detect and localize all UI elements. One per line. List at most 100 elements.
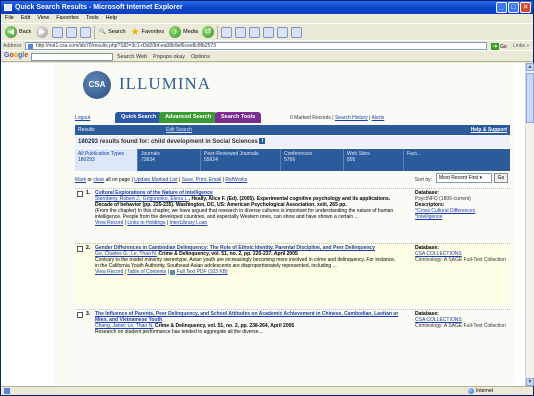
result-abstract: Contrary to the model minority stereotyp… [95,257,396,270]
menu-edit[interactable]: Edit [21,14,30,23]
discuss-icon[interactable] [263,26,275,38]
forward-button[interactable]: ▶ [35,26,49,39]
google-search-web-button[interactable]: Search Web [117,54,147,60]
result-abstract: Research on student performance has tend… [95,329,263,336]
google-options-button[interactable]: Options [191,54,210,60]
address-input[interactable]: http://md1.csa.com/ids70/results.php?SID… [25,42,487,50]
ie-icon [4,4,12,11]
tab-peer-reviewed-journals[interactable]: Peer-Reviewed Journals 55624 [201,149,281,171]
tab-conferences[interactable]: Conferences 5766 [281,149,344,171]
clear-all-link[interactable]: clear [93,177,104,183]
close-button[interactable]: ✕ [520,2,531,13]
tab-journals[interactable]: Journals 73834 [138,149,201,171]
refworks-link[interactable]: RefWorks [225,177,247,183]
browser-window: Quick Search Results - Microsoft Interne… [0,0,534,396]
mail-icon[interactable] [221,26,233,38]
security-zone: Internet [468,387,493,395]
menu-tools[interactable]: Tools [86,14,99,23]
tab-count: 73834 [141,157,155,163]
csa-logo[interactable]: CSA [83,71,111,99]
save-print-email-link[interactable]: Save, Print, Email [182,177,222,183]
result-checkbox[interactable] [77,191,83,197]
result-checkbox[interactable] [77,246,83,252]
print-icon[interactable] [235,26,247,38]
sort-by-label: Sort by: [414,177,432,183]
tab-web-sites[interactable]: Web Sites 895 [344,149,404,171]
sort-go-button[interactable]: Go [494,173,508,183]
result-database-info: Database: PsycINFO (1806-current) Descri… [415,190,507,220]
favorites-button[interactable]: ★ Favorites [130,26,166,39]
results-controls: Mark or clear all on page | Update Marke… [75,173,510,185]
view-record-link[interactable]: View Record [95,269,123,275]
database-name: PsycINFO (1806-current) [415,196,471,203]
scroll-up-button[interactable]: ▲ [526,63,534,71]
google-logo[interactable]: Google [4,52,28,59]
search-label: Search [108,29,126,35]
update-marked-list-link[interactable]: Update Marked List [134,177,177,183]
maximize-button[interactable]: □ [508,2,519,13]
interlibrary-loan-link[interactable]: InterLibrary Loan [170,220,208,226]
descriptor-link[interactable]: *Cross Cultural Differences [415,208,475,214]
vertical-scrollbar[interactable]: ▲ ▼ [525,63,534,386]
refresh-icon[interactable] [66,26,78,38]
menu-help[interactable]: Help [106,14,117,23]
full-text-pdf-link[interactable]: Full Text PDF (103 KB) [177,269,228,275]
info-icon[interactable]: i [259,138,266,145]
marked-records-count: 0 Marked Records [290,115,331,121]
logout-link[interactable]: Logout [75,115,90,121]
tab-more[interactable]: Fact... [404,149,428,171]
all-on-page-text: all on page [105,177,131,183]
search-button[interactable]: 🔍 Search [98,26,126,39]
descriptors-label: Descriptors: [415,202,445,209]
tab-advanced-search[interactable]: Advanced Search [159,112,218,123]
messenger-icon[interactable] [277,26,289,38]
alerts-link[interactable]: Alerts [372,115,385,121]
result-title-link[interactable]: The Influence of Parents, Peer Delinquen… [95,311,398,323]
csa-collections-logo[interactable]: CSA COLLECTIONS [415,317,462,323]
sort-select[interactable]: Most Recent First ▾ [436,173,492,183]
tab-quick-search[interactable]: Quick Search [115,112,163,123]
result-authors[interactable]: Go, Charles G.; Le, Thao N. [95,251,157,257]
stop-icon[interactable] [52,26,64,38]
descriptor-link[interactable]: *Intelligence [415,214,442,220]
result-checkbox[interactable] [77,312,83,318]
result-authors[interactable]: Sternberg, Robert J.; Grigorenko, Elena … [95,196,189,202]
media-button[interactable]: ♪ Media [168,26,199,39]
tab-all-publication-types[interactable]: All Publication Types 180293 [75,149,138,171]
menu-favorites[interactable]: Favorites [56,14,79,23]
result-title-link[interactable]: Cultural Explorations of the Nature of I… [95,190,213,196]
scroll-down-button[interactable]: ▼ [526,378,534,386]
research-icon[interactable] [291,26,303,38]
edit-search-link[interactable]: Edit Search [166,125,192,135]
popup-blocker-button[interactable]: Popups okay [153,54,185,60]
view-record-link[interactable]: View Record [95,220,123,226]
or-text: or [87,177,92,183]
menu-bar: File Edit View Favorites Tools Help [1,14,533,23]
back-arrow-icon: ◀ [5,26,17,38]
history-icon[interactable]: ↺ [202,26,215,38]
home-icon[interactable] [80,26,92,38]
links-to-holdings-link[interactable]: Links to Holdings [127,220,165,226]
csa-collections-logo[interactable]: CSA COLLECTIONS [415,251,462,257]
menu-view[interactable]: View [37,14,49,23]
result-authors[interactable]: Chang, Janet; Le, Thao N. [95,323,154,329]
edit-icon[interactable] [249,26,261,38]
back-button[interactable]: ◀ Back [4,26,32,39]
help-support-link[interactable]: Help & Support [471,125,507,135]
menu-file[interactable]: File [5,14,14,23]
table-of-contents-link[interactable]: Table of Contents [127,269,166,275]
illumina-wordmark: ILLUMINA [119,74,212,93]
minimize-button[interactable]: _ [496,2,507,13]
result-item: 1. Cultural Explorations of the Nature o… [75,188,510,238]
tab-search-tools[interactable]: Search Tools [215,112,262,123]
google-search-input[interactable] [31,53,113,61]
scroll-thumb[interactable] [526,73,534,123]
title-bar[interactable]: Quick Search Results - Microsoft Interne… [1,1,533,14]
page-icon [28,44,33,49]
page-content: CSA ILLUMINA Logout Quick Search Advance… [1,63,525,386]
search-history-link[interactable]: Search History [335,115,368,121]
result-title-link[interactable]: Gender Differences in Cambodian Delinque… [95,245,375,251]
mark-all-link[interactable]: Mark [75,177,86,183]
result-body: The Influence of Parents, Peer Delinquen… [95,311,400,335]
results-header-bar: Results Edit Search Help & Support [75,125,510,135]
